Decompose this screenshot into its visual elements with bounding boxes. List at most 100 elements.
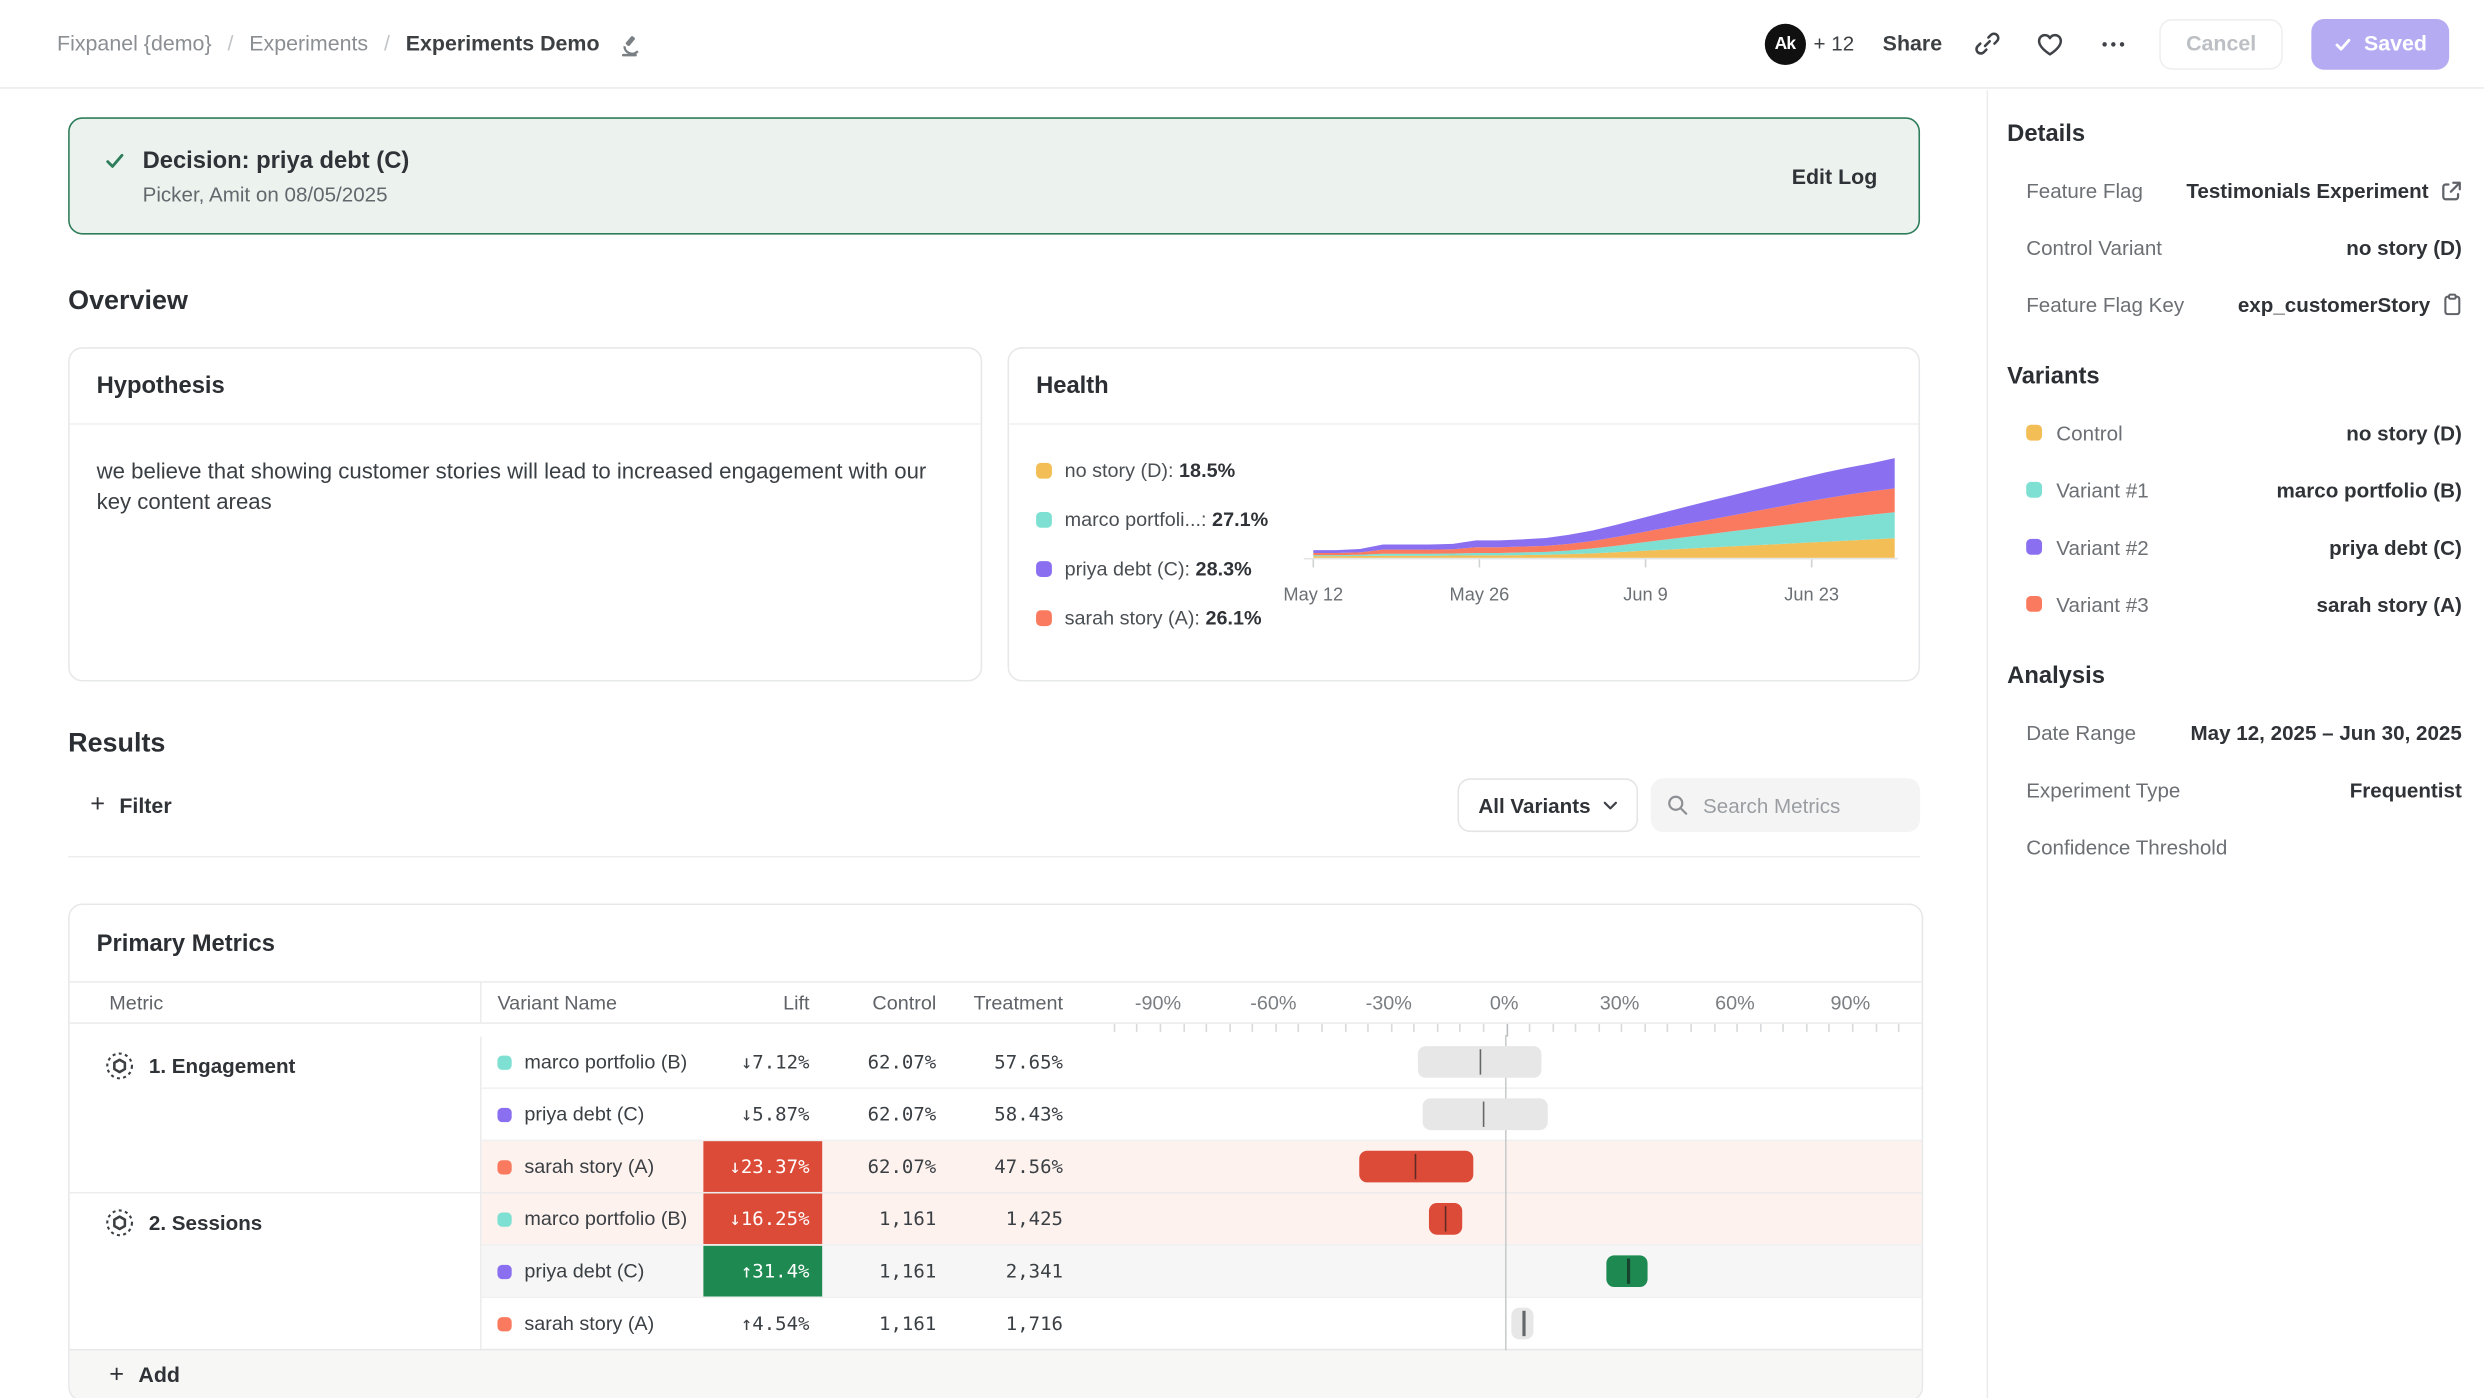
breadcrumb-separator: / xyxy=(227,32,233,56)
variant-key-label: Variant #3 xyxy=(2056,592,2148,616)
lift-axis-label: 90% xyxy=(1831,991,1871,1013)
hypothesis-title: Hypothesis xyxy=(70,349,981,425)
variant-key-label: Variant #2 xyxy=(2056,535,2148,559)
variant-swatch xyxy=(497,1264,511,1278)
treatment-cell: 47.56% xyxy=(949,1155,1076,1177)
metric-group: 1. Engagementmarco portfolio (B)↓7.12%62… xyxy=(70,1037,1922,1192)
ruler-tick xyxy=(1621,1024,1623,1032)
more-options-icon[interactable] xyxy=(2096,26,2131,61)
lift-axis-label: -30% xyxy=(1366,991,1412,1013)
hypothesis-body: we believe that showing customer stories… xyxy=(70,425,979,549)
variant-row[interactable]: sarah story (A)↓23.37%62.07%47.56% xyxy=(482,1140,1922,1192)
variant-key: Control xyxy=(2026,421,2123,445)
breadcrumb-item[interactable]: Fixpanel {demo} xyxy=(57,32,212,56)
collaborator-avatars[interactable]: Ak + 12 xyxy=(1764,23,1854,64)
results-filter-controls: All Variants xyxy=(1458,778,1920,832)
legend-label: marco portfoli...: 27.1% xyxy=(1065,509,1269,531)
details-value-text: exp_customerStory xyxy=(2238,292,2430,316)
variant-row[interactable]: marco portfolio (B)↓16.25%1,1611,425 xyxy=(482,1194,1922,1245)
lift-cell: ↓5.87% xyxy=(703,1089,822,1140)
variant-row[interactable]: sarah story (A)↑4.54%1,1611,716 xyxy=(482,1297,1922,1349)
copy-link-icon[interactable] xyxy=(1971,27,2004,60)
variant-key: Variant #2 xyxy=(2026,535,2148,559)
variant-swatch xyxy=(2026,596,2042,612)
table-header: Metric Variant Name Lift Control Treatme… xyxy=(70,983,1922,1023)
details-value: no story (D) xyxy=(2346,235,2462,259)
metric-cell[interactable]: 1. Engagement xyxy=(70,1037,482,1192)
col-header-treatment: Treatment xyxy=(949,991,1076,1013)
plus-icon: + xyxy=(90,794,105,816)
ruler-tick xyxy=(1298,1024,1300,1032)
variant-name: marco portfolio (B) xyxy=(524,1208,687,1230)
variant-row[interactable]: priya debt (C)↓5.87%62.07%58.43% xyxy=(482,1087,1922,1139)
variant-name-cell: priya debt (C) xyxy=(482,1103,704,1125)
legend-item: priya debt (C): 28.3% xyxy=(1036,558,1268,580)
treatment-cell: 1,716 xyxy=(949,1312,1076,1334)
saved-button[interactable]: Saved xyxy=(2312,18,2449,69)
x-axis-tick-label: May 12 xyxy=(1283,586,1343,605)
variant-name: sarah story (A) xyxy=(524,1155,654,1177)
main-content: Decision: priya debt (C) Picker, Amit on… xyxy=(0,90,1987,1398)
metric-cell[interactable]: 2. Sessions xyxy=(70,1194,482,1349)
overview-cards: Hypothesis we believe that showing custo… xyxy=(68,347,1920,681)
primary-metrics-title: Primary Metrics xyxy=(70,905,1922,981)
control-cell: 62.07% xyxy=(822,1103,949,1125)
add-filter-button[interactable]: + Filter xyxy=(68,793,172,817)
legend-item: sarah story (A): 26.1% xyxy=(1036,607,1268,629)
clipboard-icon[interactable] xyxy=(2443,293,2462,315)
table-body: 1. Engagementmarco portfolio (B)↓7.12%62… xyxy=(70,1037,1922,1349)
lift-axis-ruler xyxy=(70,1022,1922,1036)
details-row: Control Variantno story (D) xyxy=(2026,231,2462,263)
variant-mapping-row: Variant #3sarah story (A) xyxy=(2026,588,2462,620)
ruler-tick xyxy=(1437,1024,1439,1032)
lift-cell: ↓7.12% xyxy=(703,1037,822,1088)
health-card: Health no story (D): 18.5%marco portfoli… xyxy=(1008,347,1920,681)
variant-value: priya debt (C) xyxy=(2329,535,2462,559)
metrics-search[interactable] xyxy=(1651,778,1920,832)
variant-row[interactable]: priya debt (C)↑31.4%1,1612,341 xyxy=(482,1244,1922,1296)
lift-marker xyxy=(1479,1049,1481,1074)
variant-mapping-row: Controlno story (D) xyxy=(2026,417,2462,449)
ruler-tick xyxy=(1413,1024,1415,1032)
zero-line xyxy=(1504,1297,1506,1351)
add-metric-button[interactable]: + Add xyxy=(109,1363,180,1387)
favorite-heart-icon[interactable] xyxy=(2032,26,2067,61)
avatar-initials: Ak xyxy=(1775,34,1796,53)
breadcrumb-separator: / xyxy=(384,32,390,56)
treatment-cell: 58.43% xyxy=(949,1103,1076,1125)
external-link-icon[interactable] xyxy=(2441,180,2462,201)
ruler-tick xyxy=(1183,1024,1185,1032)
treatment-cell: 1,425 xyxy=(949,1208,1076,1230)
zero-line xyxy=(1504,1140,1506,1194)
primary-metrics-table: Metric Variant Name Lift Control Treatme… xyxy=(70,981,1922,1398)
breadcrumb-item[interactable]: Experiments xyxy=(249,32,368,56)
legend-swatch xyxy=(1036,463,1052,479)
ruler-tick xyxy=(1321,1024,1323,1032)
avatar[interactable]: Ak xyxy=(1764,23,1805,64)
ruler-tick xyxy=(1898,1024,1900,1032)
details-section: Details Feature FlagTestimonials Experim… xyxy=(2007,120,2462,320)
legend-item: marco portfoli...: 27.1% xyxy=(1036,509,1268,531)
results-heading: Results xyxy=(68,728,1920,760)
variant-name-cell: marco portfolio (B) xyxy=(482,1051,704,1073)
analysis-value: May 12, 2025 – Jun 30, 2025 xyxy=(2190,720,2461,744)
metrics-search-input[interactable] xyxy=(1700,792,1896,819)
health-body: no story (D): 18.5%marco portfoli...: 27… xyxy=(1009,425,1918,683)
ruler-tick xyxy=(1344,1024,1346,1032)
variants-filter-dropdown[interactable]: All Variants xyxy=(1458,778,1638,832)
legend-value: 18.5% xyxy=(1179,460,1235,482)
lift-marker xyxy=(1445,1206,1447,1231)
zero-line xyxy=(1504,1244,1506,1298)
variant-swatch xyxy=(497,1107,511,1121)
ruler-tick xyxy=(1760,1024,1762,1032)
lift-axis-label: 0% xyxy=(1490,991,1519,1013)
top-bar-actions: Ak + 12 Share Cancel xyxy=(1764,18,2449,69)
x-axis-tick-label: Jun 9 xyxy=(1623,586,1668,605)
edit-log-button[interactable]: Edit Log xyxy=(1792,164,1878,188)
metric-target-icon xyxy=(105,1208,135,1238)
share-button[interactable]: Share xyxy=(1883,32,1942,56)
variant-row[interactable]: marco portfolio (B)↓7.12%62.07%57.65% xyxy=(482,1037,1922,1088)
cancel-button[interactable]: Cancel xyxy=(2159,18,2283,69)
details-row: Feature Flag Keyexp_customerStory xyxy=(2026,288,2462,320)
experiments-page: Fixpanel {demo}/Experiments/Experiments … xyxy=(0,0,2484,1398)
